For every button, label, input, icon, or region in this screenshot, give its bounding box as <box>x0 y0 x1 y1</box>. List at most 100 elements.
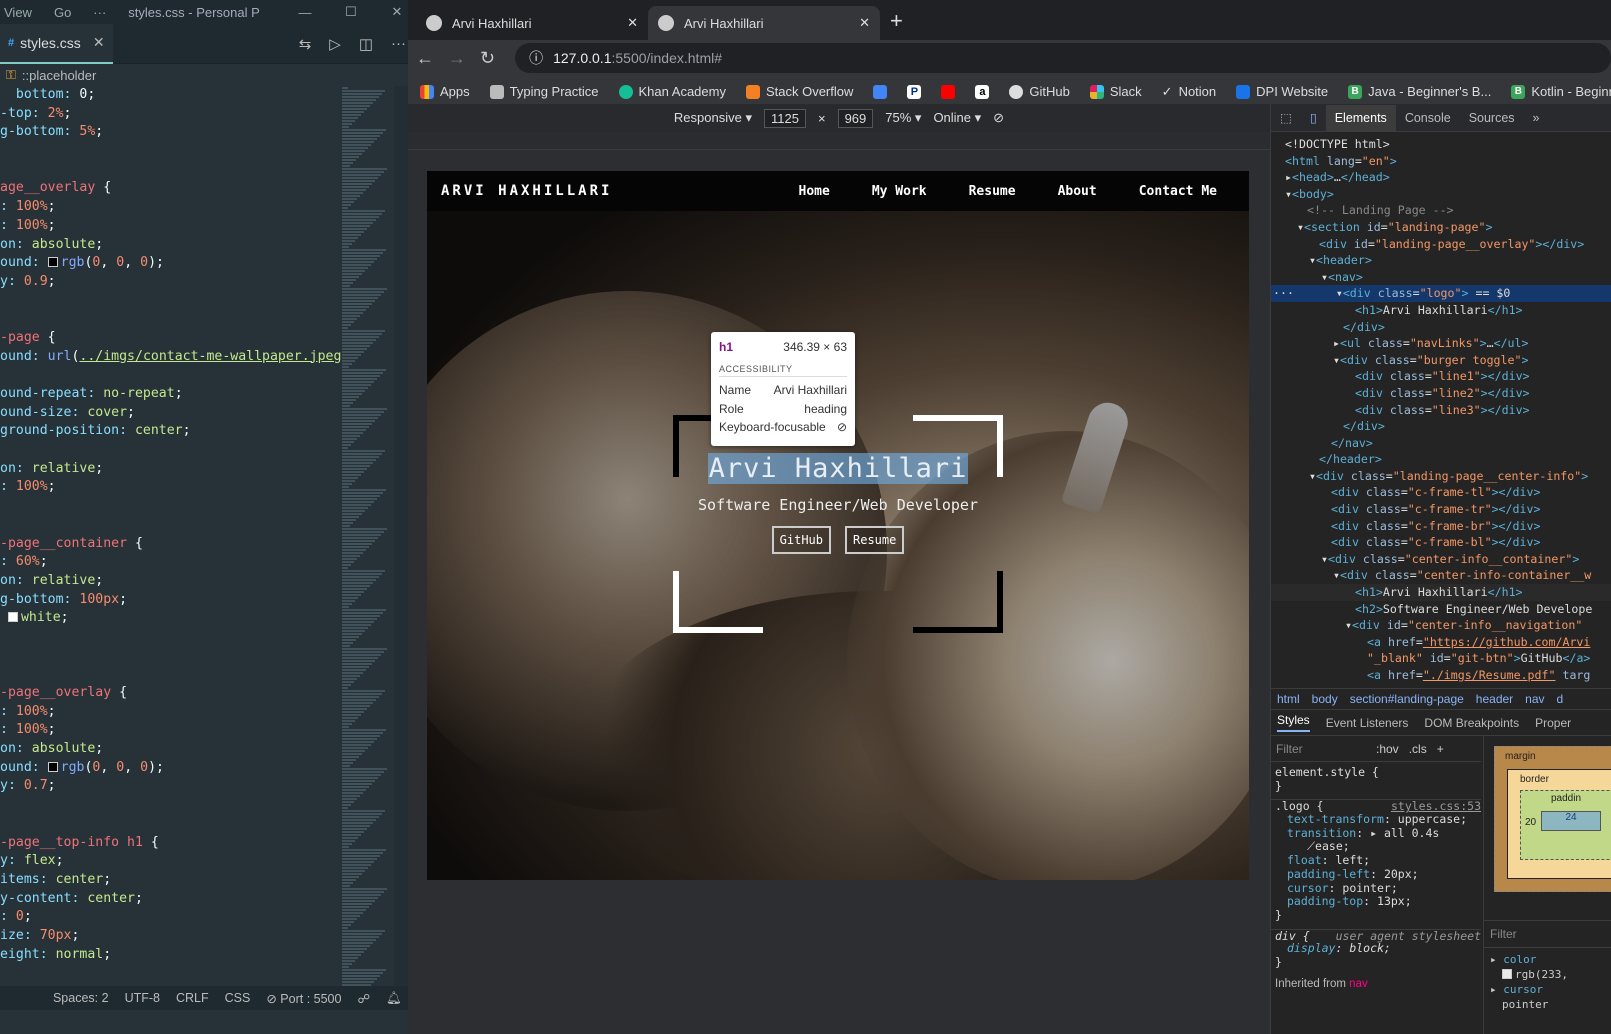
khan-icon <box>618 84 633 99</box>
bookmark-apps[interactable]: Apps <box>420 84 470 99</box>
split-editor-icon[interactable]: ◫ <box>359 35 373 53</box>
status-encoding[interactable]: UTF-8 <box>125 991 160 1005</box>
device-mode-select[interactable]: Responsive ▾ <box>674 110 752 126</box>
back-icon[interactable]: ← <box>416 48 434 69</box>
maximize-icon[interactable]: ☐ <box>328 4 374 20</box>
status-spaces[interactable]: Spaces: 2 <box>53 991 109 1005</box>
minimap-line <box>342 372 383 374</box>
inherited-tag[interactable]: nav <box>1349 978 1368 990</box>
subtab-dom-breakpoints[interactable]: DOM Breakpoints <box>1424 716 1519 730</box>
minimap-line <box>342 930 385 932</box>
subtab-styles[interactable]: Styles <box>1277 713 1310 732</box>
crumb-nav[interactable]: nav <box>1525 692 1544 706</box>
zoom-select[interactable]: 75% ▾ <box>885 110 921 126</box>
bookmark-notion[interactable]: ✓ Notion <box>1162 84 1216 100</box>
new-tab-icon[interactable]: + <box>890 8 903 34</box>
run-icon[interactable]: ▷ <box>329 35 341 53</box>
minimap[interactable] <box>342 86 394 994</box>
nav-contact[interactable]: Contact Me <box>1139 184 1217 199</box>
crumb-section[interactable]: section#landing-page <box>1350 692 1464 706</box>
minimap-line <box>342 252 383 254</box>
close-tab-icon[interactable]: ✕ <box>859 15 870 31</box>
nav-my-work[interactable]: My Work <box>872 184 927 199</box>
tab-console[interactable]: Console <box>1396 105 1460 131</box>
nav-home[interactable]: Home <box>799 184 830 199</box>
browser-tab-2[interactable]: Arvi Haxhillari ✕ <box>648 6 880 40</box>
info-icon[interactable]: ⓘ <box>529 48 543 68</box>
throttle-select[interactable]: Online ▾ <box>933 110 981 126</box>
inspect-icon[interactable]: ⬚ <box>1271 104 1301 131</box>
tab-elements[interactable]: Elements <box>1325 104 1396 131</box>
width-input[interactable]: 1125 <box>764 108 806 128</box>
bookmark-dpi[interactable]: DPI Website <box>1236 84 1328 99</box>
hov-toggle[interactable]: :hov <box>1376 742 1399 756</box>
minimap-line <box>342 441 354 443</box>
height-input[interactable]: 969 <box>837 108 874 128</box>
nav-resume[interactable]: Resume <box>969 184 1016 199</box>
status-language[interactable]: CSS <box>225 991 251 1005</box>
bookmark-kotlin[interactable]: BKotlin - Beginner's... <box>1511 84 1611 99</box>
minimap-line <box>342 276 359 278</box>
address-bar[interactable]: ⓘ 127.0.0.1:5500/index.html# <box>515 43 1611 73</box>
close-tab-icon[interactable]: ✕ <box>93 34 105 51</box>
bookmark-java[interactable]: B Java - Beginner's B... <box>1348 84 1491 99</box>
reload-icon[interactable]: ↻ <box>480 48 495 69</box>
tab-styles-css[interactable]: # styles.css ✕ <box>0 23 113 64</box>
crumb-body[interactable]: body <box>1312 692 1338 706</box>
minimap-line <box>342 93 382 95</box>
status-port[interactable]: ⊘ Port : 5500 <box>266 991 341 1006</box>
add-rule-icon[interactable]: + <box>1437 742 1444 756</box>
minimap-line <box>342 498 377 500</box>
minimap-line <box>342 381 374 383</box>
bookmark-amazon[interactable]: a <box>975 84 990 99</box>
github-icon <box>1009 84 1024 99</box>
menu-view[interactable]: View <box>4 5 32 20</box>
feedback-icon[interactable]: ☍ <box>357 991 370 1006</box>
minimap-line <box>342 348 367 350</box>
resume-button[interactable]: Resume <box>845 526 905 554</box>
code-editor[interactable]: bottom: 0; -top: 2%; g-bottom: 5%; age__… <box>0 86 345 994</box>
styles-pane[interactable]: Filter :hov .cls + element.style { } .lo… <box>1271 736 1481 1034</box>
bookmark-stackoverflow[interactable]: Stack Overflow <box>745 84 853 99</box>
bookmark-typing[interactable]: Typing Practice <box>489 84 599 99</box>
tab-more[interactable]: » <box>1524 105 1549 131</box>
site-logo[interactable]: ARVI HAXHILLARI <box>427 183 612 199</box>
minimize-icon[interactable]: — <box>282 5 328 20</box>
bell-icon[interactable]: 🔔︎ <box>386 991 402 1006</box>
minimap-line <box>342 267 368 269</box>
dom-tree[interactable]: <!DOCTYPE html> <html lang="en"> ▸<head>… <box>1271 132 1611 688</box>
minimap-line <box>342 837 358 839</box>
status-eol[interactable]: CRLF <box>176 991 209 1005</box>
rotate-icon[interactable]: ⊘ <box>993 110 1004 126</box>
cls-toggle[interactable]: .cls <box>1409 742 1427 756</box>
breadcrumb-item[interactable]: ::placeholder <box>22 68 96 83</box>
forward-icon[interactable]: → <box>448 48 466 69</box>
editor-scrollbar[interactable] <box>394 86 408 994</box>
device-toggle-icon[interactable]: ▯ <box>1301 104 1326 131</box>
minimap-line <box>342 540 375 542</box>
bookmark-slack[interactable]: Slack <box>1089 84 1142 99</box>
tab-sources[interactable]: Sources <box>1460 105 1524 131</box>
bookmark-paypal[interactable]: P <box>907 84 922 99</box>
bookmark-youtube[interactable] <box>941 84 956 99</box>
subtab-event-listeners[interactable]: Event Listeners <box>1326 716 1409 730</box>
styles-filter-input[interactable]: Filter <box>1276 742 1366 756</box>
crumb-div[interactable]: d <box>1557 692 1564 706</box>
browser-tab-1[interactable]: Arvi Haxhillari ✕ <box>416 6 648 40</box>
nav-about[interactable]: About <box>1058 184 1097 199</box>
media-query-ruler[interactable] <box>408 132 1270 150</box>
crumb-header[interactable]: header <box>1476 692 1513 706</box>
menu-more[interactable]: ··· <box>93 5 106 20</box>
github-button[interactable]: GitHub <box>771 526 831 554</box>
computed-filter[interactable]: Filter <box>1484 920 1611 948</box>
more-actions-icon[interactable]: ··· <box>391 35 406 53</box>
crumb-html[interactable]: html <box>1277 692 1300 706</box>
bookmark-khan[interactable]: Khan Academy <box>618 84 726 99</box>
subtab-properties[interactable]: Proper <box>1535 716 1571 730</box>
minimap-line <box>342 303 372 305</box>
compare-icon[interactable]: ⇆ <box>299 35 312 53</box>
menu-go[interactable]: Go <box>54 5 71 20</box>
bookmark-github[interactable]: GitHub <box>1009 84 1070 99</box>
close-tab-icon[interactable]: ✕ <box>627 15 638 31</box>
bookmark-docs[interactable] <box>873 84 888 99</box>
